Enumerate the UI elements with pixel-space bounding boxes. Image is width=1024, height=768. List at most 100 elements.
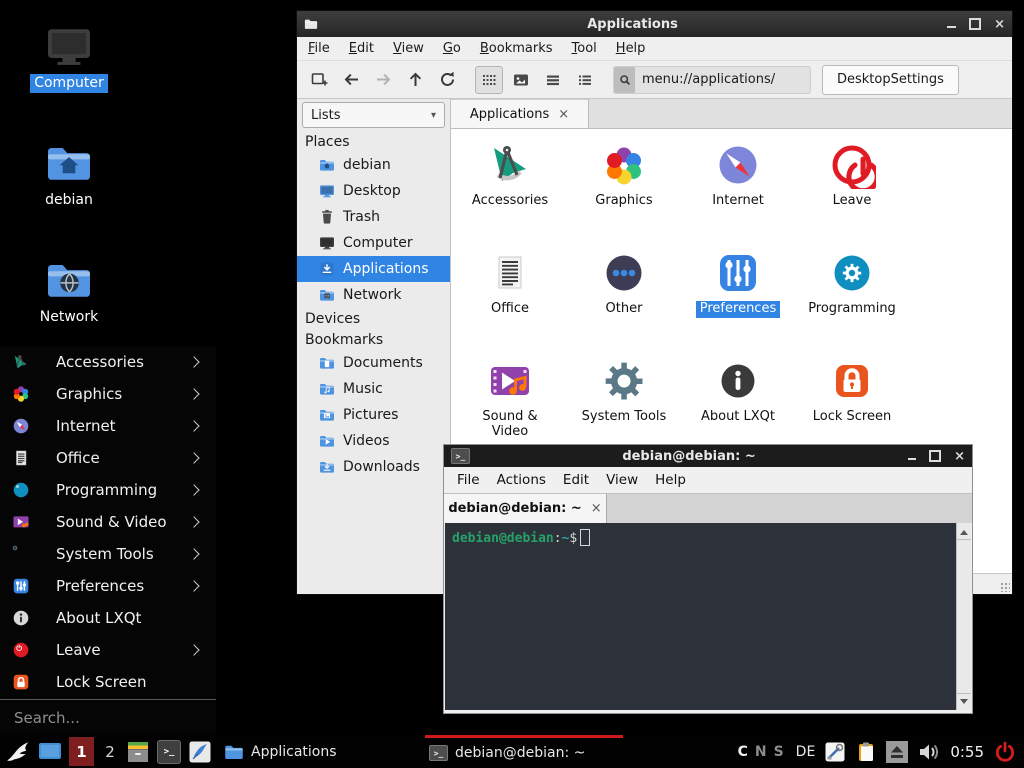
keyboard-indicator[interactable]: C N S xyxy=(738,744,784,760)
bookmark-downloads[interactable]: Downloads xyxy=(297,454,450,480)
place-trash[interactable]: Trash xyxy=(297,204,450,230)
workspace-2-button[interactable]: 2 xyxy=(101,743,119,761)
menu-item-accessories[interactable]: Accessories xyxy=(0,346,216,378)
tab-close-icon[interactable]: × xyxy=(558,107,569,122)
screenshot-tool-icon[interactable] xyxy=(824,741,846,763)
app-item-preferences[interactable]: Preferences xyxy=(681,249,795,357)
graphics-icon xyxy=(600,141,648,189)
menu-item-system-tools[interactable]: System Tools xyxy=(0,538,216,570)
lxqt-menu-button[interactable] xyxy=(5,739,31,765)
menu-item-programming[interactable]: Programming xyxy=(0,474,216,506)
desktop-icon xyxy=(319,183,335,199)
fm-menu-file[interactable]: File xyxy=(308,41,330,56)
desktop-icon-home[interactable]: debian xyxy=(21,139,117,210)
terminal-menu-help[interactable]: Help xyxy=(655,472,686,488)
videos-folder-icon xyxy=(319,433,335,449)
menu-item-leave[interactable]: Leave xyxy=(0,634,216,666)
menu-item-preferences[interactable]: Preferences xyxy=(0,570,216,602)
minimize-button[interactable] xyxy=(908,458,916,460)
terminal-titlebar[interactable]: >_ debian@debian: ~ × xyxy=(444,445,972,467)
bookmark-documents[interactable]: Documents xyxy=(297,350,450,376)
place-applications[interactable]: Applications xyxy=(297,256,450,282)
app-item-leave[interactable]: Leave xyxy=(795,141,909,249)
keyboard-layout-indicator[interactable]: DE xyxy=(796,744,816,760)
close-button[interactable]: × xyxy=(954,450,965,463)
clipboard-icon[interactable] xyxy=(855,741,877,763)
minimize-button[interactable] xyxy=(947,26,956,28)
menu-item-graphics[interactable]: Graphics xyxy=(0,378,216,410)
tab-close-icon[interactable]: × xyxy=(591,501,602,516)
new-tab-button[interactable] xyxy=(305,66,333,94)
menu-search-input[interactable] xyxy=(12,708,204,728)
terminal-tab[interactable]: debian@debian: ~ × xyxy=(444,494,607,523)
app-item-other[interactable]: Other xyxy=(567,249,681,357)
sidebar-mode-combo[interactable]: Lists▾ xyxy=(302,102,445,128)
terminal-scrollbar[interactable] xyxy=(956,523,971,710)
desktop-icon-network[interactable]: Network xyxy=(21,256,117,327)
workspace-1-button[interactable]: 1 xyxy=(69,737,94,766)
file-manager-launcher-icon[interactable] xyxy=(126,740,150,764)
fm-menu-bookmarks[interactable]: Bookmarks xyxy=(480,41,553,56)
path-bar[interactable]: menu://applications/ xyxy=(613,66,811,94)
menu-item-office[interactable]: Office xyxy=(0,442,216,474)
menu-item-lock-screen[interactable]: Lock Screen xyxy=(0,666,216,698)
terminal-menu-actions[interactable]: Actions xyxy=(497,472,546,488)
place-network[interactable]: Network xyxy=(297,282,450,308)
fm-menu-help[interactable]: Help xyxy=(616,41,646,56)
app-item-graphics[interactable]: Graphics xyxy=(567,141,681,249)
menu-item-sound-video[interactable]: Sound & Video xyxy=(0,506,216,538)
resize-grip[interactable] xyxy=(1000,582,1010,592)
menu-search[interactable] xyxy=(0,699,216,735)
clock[interactable]: 0:55 xyxy=(950,743,984,761)
volume-icon[interactable] xyxy=(917,741,941,763)
terminal-menu-view[interactable]: View xyxy=(606,472,638,488)
menu-item-internet[interactable]: Internet xyxy=(0,410,216,442)
up-button[interactable] xyxy=(401,66,429,94)
maximize-button[interactable] xyxy=(969,18,981,30)
text-editor-launcher-icon[interactable] xyxy=(188,740,212,764)
forward-button[interactable] xyxy=(369,66,397,94)
back-button[interactable] xyxy=(337,66,365,94)
fm-tab-applications[interactable]: Applications × xyxy=(451,99,589,128)
task-applications[interactable]: Applications xyxy=(220,735,418,768)
reload-button[interactable] xyxy=(433,66,461,94)
terminal-screen[interactable]: debian@debian:~$ xyxy=(445,523,956,710)
desktop-icon-computer[interactable]: Computer xyxy=(21,22,117,93)
bookmark-videos[interactable]: Videos xyxy=(297,428,450,454)
task-terminal[interactable]: >_ debian@debian: ~ xyxy=(425,735,623,768)
app-item-programming[interactable]: Programming xyxy=(795,249,909,357)
office-icon xyxy=(12,449,30,467)
internet-icon xyxy=(12,417,30,435)
place-computer[interactable]: Computer xyxy=(297,230,450,256)
leave-icon xyxy=(828,141,876,189)
eject-removable-media-icon[interactable] xyxy=(886,740,908,764)
place-desktop[interactable]: Desktop xyxy=(297,178,450,204)
fm-menu-edit[interactable]: Edit xyxy=(349,41,374,56)
thumbnail-view-button[interactable] xyxy=(507,66,535,94)
shutdown-button[interactable] xyxy=(993,740,1017,764)
scroll-down-icon[interactable] xyxy=(957,693,971,708)
app-item-internet[interactable]: Internet xyxy=(681,141,795,249)
terminal-menu-file[interactable]: File xyxy=(457,472,480,488)
close-button[interactable]: × xyxy=(994,18,1005,31)
app-item-office[interactable]: Office xyxy=(453,249,567,357)
about-icon xyxy=(714,357,762,405)
bookmark-pictures[interactable]: Pictures xyxy=(297,402,450,428)
compact-view-button[interactable] xyxy=(571,66,599,94)
fm-menu-view[interactable]: View xyxy=(393,41,424,56)
fm-titlebar[interactable]: Applications × xyxy=(297,11,1012,37)
terminal-launcher-icon[interactable]: >_ xyxy=(157,740,181,764)
scroll-up-icon[interactable] xyxy=(957,525,971,540)
icon-view-button[interactable] xyxy=(475,66,503,94)
fm-menu-go[interactable]: Go xyxy=(443,41,461,56)
bookmark-music[interactable]: Music xyxy=(297,376,450,402)
menu-item-about-lxqt[interactable]: About LXQt xyxy=(0,602,216,634)
app-item-accessories[interactable]: Accessories xyxy=(453,141,567,249)
terminal-menu-edit[interactable]: Edit xyxy=(563,472,589,488)
fm-menu-tool[interactable]: Tool xyxy=(572,41,597,56)
place-home[interactable]: debian xyxy=(297,152,450,178)
desktop-switcher-icon[interactable] xyxy=(38,740,62,764)
detailed-list-view-button[interactable] xyxy=(539,66,567,94)
desktop-settings-button[interactable]: DesktopSettings xyxy=(822,65,959,95)
maximize-button[interactable] xyxy=(929,450,941,462)
